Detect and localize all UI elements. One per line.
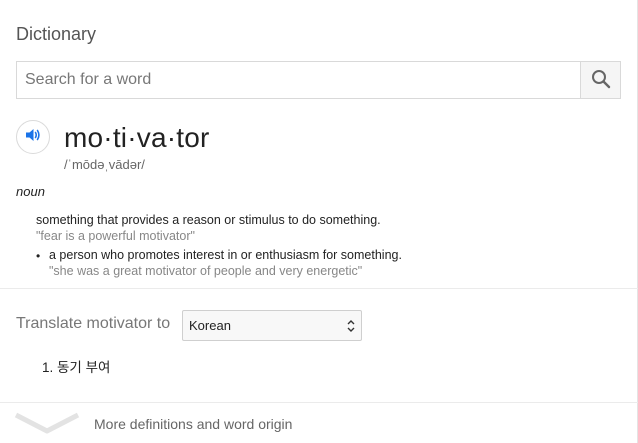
phonetic-spelling: /ˈmōdəˌvādər/ [64,157,145,172]
translation-result: 1. 동기 부여 [42,360,111,375]
section-divider [0,288,638,289]
language-select[interactable]: Korean [182,310,362,341]
more-definitions-row[interactable]: More definitions and word origin [0,403,638,443]
card-title: Dictionary [16,24,97,44]
example-1: "fear is a powerful motivator" [36,229,195,243]
headword: mo·ti·va·tor [64,122,210,153]
search-icon [591,69,611,92]
more-definitions-link[interactable]: More definitions and word origin [94,416,292,432]
chevron-down-icon[interactable] [14,411,80,440]
pronunciation-button[interactable] [16,120,50,154]
search-button[interactable] [580,62,620,98]
select-arrows-icon [347,319,355,333]
example-2: "she was a great motivator of people and… [49,264,363,278]
search-bar [16,61,621,99]
speaker-icon [24,126,42,149]
sub-definition-bullet: • [36,249,41,263]
definition-2: a person who promotes interest in or ent… [49,248,402,262]
selected-language: Korean [189,318,231,333]
translate-label: Translate motivator to [16,315,171,332]
part-of-speech: noun [16,184,45,199]
definition-1: something that provides a reason or stim… [36,213,381,227]
dictionary-card: Dictionary mo·ti·va·tor /ˈmōdəˌvādər/ no… [0,0,638,443]
search-input[interactable] [17,62,580,98]
